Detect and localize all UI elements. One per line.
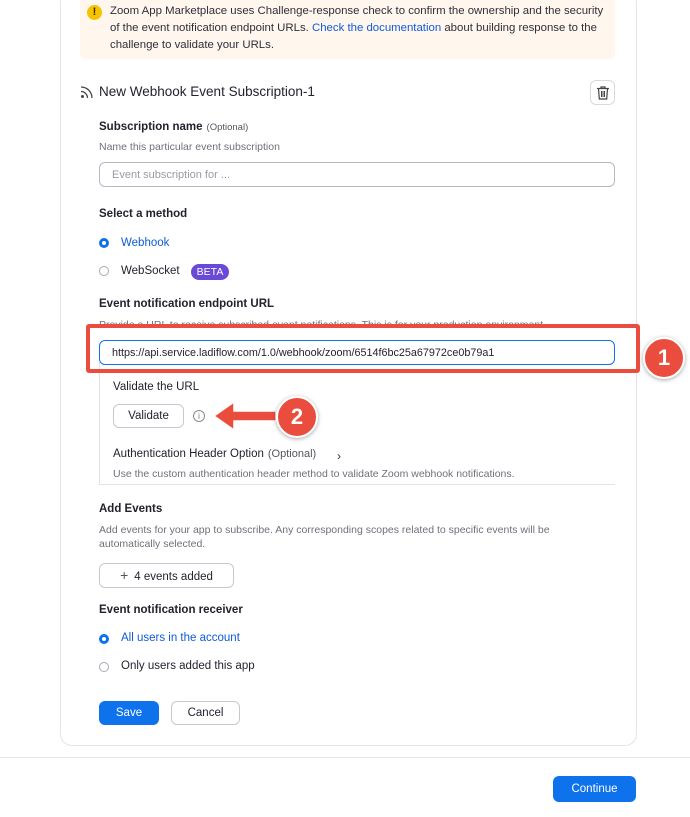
websocket-radio[interactable]	[99, 266, 109, 276]
endpoint-url-label: Event notification endpoint URL	[99, 298, 275, 310]
subscription-name-help: Name this particular event subscription	[99, 141, 280, 153]
beta-badge: BETA	[191, 264, 229, 280]
step-1-annotation: 1	[643, 337, 685, 379]
webhook-radio[interactable]	[99, 238, 109, 248]
add-events-help-line1: Add events for your app to subscribe. An…	[99, 524, 550, 536]
app-users-radio[interactable]	[99, 662, 109, 672]
add-events-button[interactable]: +4 events added	[99, 563, 234, 588]
method-label: Select a method	[99, 208, 188, 220]
notice-text: Zoom App Marketplace uses Challenge-resp…	[110, 5, 604, 51]
auth-header-option[interactable]: Authentication Header Option (Optional)	[113, 448, 316, 460]
cancel-button[interactable]: Cancel	[171, 701, 240, 725]
trash-icon	[597, 86, 609, 100]
all-users-radio[interactable]	[99, 634, 109, 644]
optional-tag: (Optional)	[206, 122, 249, 133]
subscription-name-input[interactable]	[99, 162, 615, 187]
arrow-annotation	[212, 400, 277, 432]
documentation-link[interactable]: Check the documentation	[312, 22, 441, 34]
app-users-option-label[interactable]: Only users added this app	[121, 660, 255, 672]
chevron-right-icon[interactable]: ›	[337, 449, 341, 463]
add-events-label: Add Events	[99, 503, 163, 515]
url-highlight-annotation	[86, 324, 640, 373]
warning-icon: !	[87, 5, 102, 20]
validate-button[interactable]: Validate	[113, 404, 184, 428]
events-count-label: 4 events added	[134, 571, 213, 583]
subscription-title: New Webhook Event Subscription-1	[99, 84, 315, 99]
subscription-name-label: Subscription name (Optional)	[99, 121, 249, 133]
continue-button[interactable]: Continue	[553, 776, 636, 802]
webhook-option-label[interactable]: Webhook	[121, 237, 169, 249]
info-icon[interactable]: i	[193, 410, 205, 422]
websocket-option-label[interactable]: WebSocket	[121, 265, 180, 277]
auth-header-help: Use the custom authentication header met…	[113, 468, 515, 480]
step-2-annotation: 2	[276, 396, 318, 438]
all-users-option-label[interactable]: All users in the account	[121, 632, 240, 644]
add-events-help-line2: automatically selected.	[99, 538, 206, 550]
validate-url-label: Validate the URL	[113, 381, 200, 393]
save-button[interactable]: Save	[99, 701, 159, 725]
receiver-label: Event notification receiver	[99, 604, 243, 616]
delete-subscription-button[interactable]	[590, 80, 615, 105]
plus-icon: +	[120, 567, 129, 583]
webhook-feed-icon	[80, 86, 93, 99]
